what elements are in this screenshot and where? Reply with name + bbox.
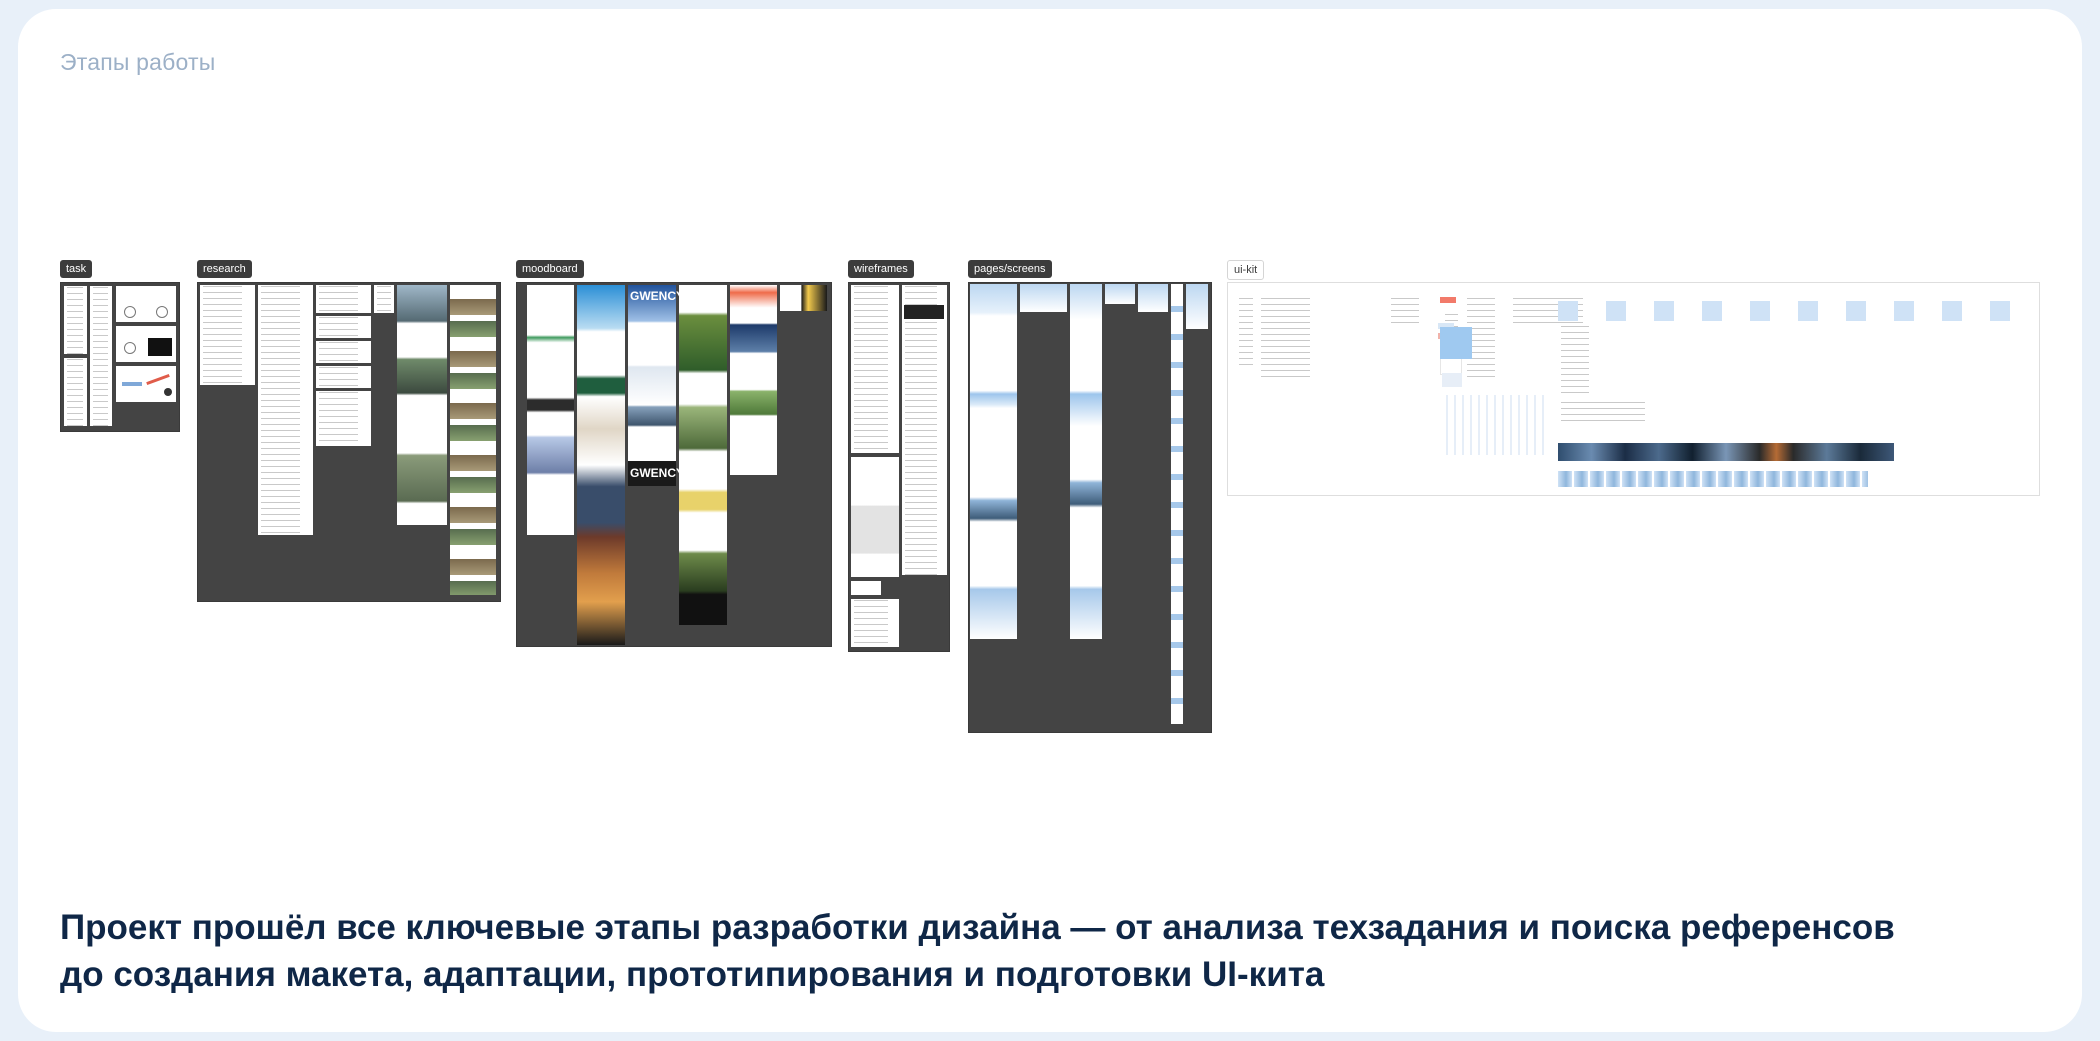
caption-line-2: до создания макета, адаптации, прототипи…	[60, 955, 1325, 994]
logo-black-block	[148, 338, 172, 356]
wireframe-dark-block	[904, 305, 944, 319]
stage-tag-ui-kit[interactable]: ui-kit	[1227, 260, 1265, 280]
research-screen	[397, 285, 447, 525]
moodboard-screen	[730, 285, 777, 475]
page-screen	[1020, 284, 1067, 312]
research-sheet	[316, 316, 371, 338]
stage-tag-task[interactable]: task	[60, 260, 93, 278]
wireframe-sheet	[851, 457, 899, 577]
uikit-photo-strip	[1558, 443, 1894, 461]
uikit-column	[1258, 297, 1328, 377]
caption: Проект прошёл все ключевые этапы разрабо…	[60, 904, 2040, 998]
moodboard-screen	[577, 285, 625, 645]
moodboard-screen: GWENCY	[628, 461, 684, 486]
uikit-card-text	[1558, 325, 2028, 395]
uikit-card-thumb	[1750, 301, 1770, 321]
frame-wireframes[interactable]	[848, 282, 950, 652]
task-sheet	[90, 286, 112, 426]
research-sheet	[316, 285, 371, 313]
task-logo-card	[116, 326, 176, 362]
moodboard-logo-text: GWENCY	[630, 289, 684, 303]
wireframe-sheet	[851, 581, 881, 595]
research-sheet	[316, 366, 371, 388]
moodboard-screen	[679, 285, 727, 625]
uikit-card-thumb	[1846, 301, 1866, 321]
uikit-color-swatch	[1440, 297, 1456, 303]
task-sheet	[64, 358, 87, 426]
uikit-card-thumb	[1894, 301, 1914, 321]
research-sheet	[316, 341, 371, 363]
uikit-card-thumb	[1606, 301, 1626, 321]
moodboard-logo-text: GWENCY	[630, 466, 684, 480]
uikit-card-thumb	[1990, 301, 2010, 321]
moodboard-screen	[527, 285, 574, 535]
logo-dot	[164, 388, 172, 396]
uikit-card-thumb	[1702, 301, 1722, 321]
frame-task[interactable]	[60, 282, 180, 432]
research-sheet	[200, 285, 255, 385]
logo-circle-icon	[124, 306, 136, 318]
wireframe-sheet	[851, 285, 899, 453]
stages-card: Этапы работы task research moodboard GWE…	[18, 9, 2082, 1032]
logo-strike	[146, 373, 170, 386]
logo-circle-icon	[156, 306, 168, 318]
logo-circle-icon	[124, 342, 136, 354]
uikit-card-thumb	[1798, 301, 1818, 321]
page-screen-mobile	[1186, 284, 1208, 329]
frame-research[interactable]	[197, 282, 501, 602]
page-screen	[1070, 284, 1102, 639]
page-screen	[970, 284, 1017, 639]
task-logo-card	[116, 366, 176, 402]
frame-moodboard[interactable]: GWENCY GWENCY	[516, 282, 832, 647]
uikit-typography	[1558, 401, 1678, 425]
moodboard-screen	[780, 285, 827, 311]
uikit-avatar-strip	[1558, 471, 1868, 487]
frame-ui-kit[interactable]	[1227, 282, 2040, 496]
uikit-table	[1440, 395, 1550, 455]
wireframe-sheet	[851, 599, 899, 647]
task-sheet	[64, 286, 87, 354]
frame-pages-screens[interactable]	[968, 282, 1212, 733]
page-screen	[1138, 284, 1168, 312]
research-sheet	[258, 285, 313, 535]
uikit-card-thumb	[1654, 301, 1674, 321]
stage-tag-moodboard[interactable]: moodboard	[516, 260, 584, 278]
uikit-card-thumb	[1942, 301, 1962, 321]
page-screen	[1105, 284, 1135, 304]
research-sheet	[374, 285, 394, 313]
research-sheet	[316, 391, 371, 446]
moodboard-screen: GWENCY	[628, 285, 684, 485]
uikit-column	[1388, 297, 1428, 327]
uikit-card-grid	[1558, 297, 2028, 407]
stage-tag-wireframes[interactable]: wireframes	[848, 260, 914, 278]
uikit-card-thumb	[1558, 301, 1578, 321]
uikit-photo-card	[1440, 327, 1472, 359]
uikit-component	[1442, 373, 1462, 387]
stage-tag-pages-screens[interactable]: pages/screens	[968, 260, 1052, 278]
page-screen-mobile	[1171, 284, 1183, 724]
uikit-column	[1236, 297, 1256, 367]
task-logo-card	[116, 286, 176, 322]
caption-line-1: Проект прошёл все ключевые этапы разрабо…	[60, 908, 1895, 947]
wireframe-sheet	[902, 285, 947, 575]
stage-tag-research[interactable]: research	[197, 260, 252, 278]
research-screen	[450, 285, 496, 595]
logo-line	[122, 382, 142, 386]
section-label: Этапы работы	[60, 49, 216, 75]
